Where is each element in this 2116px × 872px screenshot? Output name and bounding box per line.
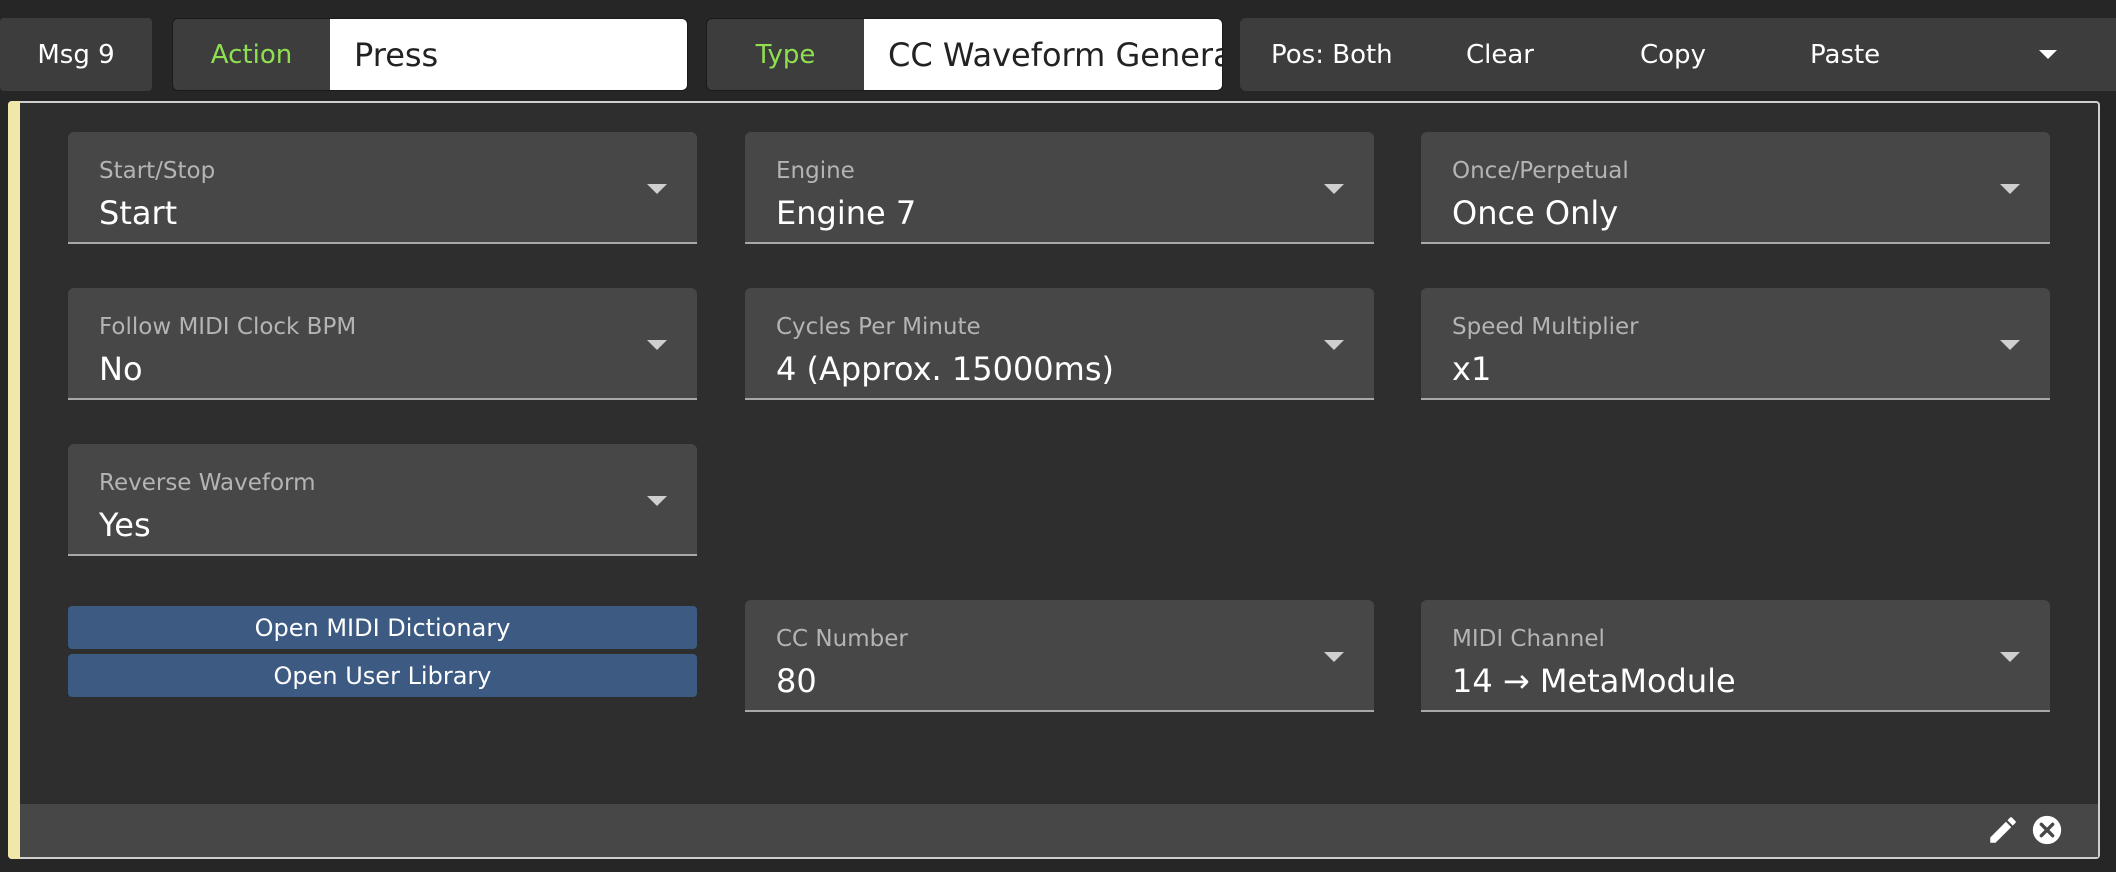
once-perpetual-select[interactable]: Once/Perpetual Once Only <box>1421 132 2050 244</box>
engine-label: Engine <box>776 158 855 184</box>
dropdown-arrow-icon <box>1324 652 1344 662</box>
speed-multiplier-label: Speed Multiplier <box>1452 314 1639 340</box>
dropdown-arrow-icon <box>2000 184 2020 194</box>
type-key-label: Type <box>707 19 864 90</box>
dropdown-arrow-icon <box>647 496 667 506</box>
action-value-field[interactable]: Press <box>330 19 687 90</box>
cc-number-label: CC Number <box>776 626 908 652</box>
panel-accent-bar <box>8 101 20 859</box>
pencil-icon[interactable] <box>1986 813 2020 847</box>
action-selector[interactable]: Action Press <box>172 18 688 91</box>
message-number-label: Msg 9 <box>0 18 152 91</box>
chevron-down-icon <box>2039 50 2057 59</box>
cc-number-value: 80 <box>776 662 817 700</box>
dropdown-arrow-icon <box>2000 652 2020 662</box>
dropdown-arrow-icon <box>647 340 667 350</box>
action-key-label: Action <box>173 19 330 90</box>
open-midi-dictionary-button[interactable]: Open MIDI Dictionary <box>68 606 697 649</box>
speed-multiplier-select[interactable]: Speed Multiplier x1 <box>1421 288 2050 400</box>
dropdown-arrow-icon <box>2000 340 2020 350</box>
open-user-library-button[interactable]: Open User Library <box>68 654 697 697</box>
follow-midi-clock-value: No <box>99 350 143 388</box>
reverse-waveform-label: Reverse Waveform <box>99 470 316 496</box>
reverse-waveform-select[interactable]: Reverse Waveform Yes <box>68 444 697 556</box>
position-button[interactable]: Pos: Both <box>1271 18 1393 91</box>
follow-midi-clock-select[interactable]: Follow MIDI Clock BPM No <box>68 288 697 400</box>
paste-button[interactable]: Paste <box>1810 18 1880 91</box>
reverse-waveform-value: Yes <box>99 506 151 544</box>
engine-select[interactable]: Engine Engine 7 <box>745 132 1374 244</box>
start-stop-select[interactable]: Start/Stop Start <box>68 132 697 244</box>
dropdown-arrow-icon <box>1324 184 1344 194</box>
engine-value: Engine 7 <box>776 194 917 232</box>
speed-multiplier-value: x1 <box>1452 350 1492 388</box>
midi-channel-value: 14 → MetaModule <box>1452 662 1736 700</box>
type-selector[interactable]: Type CC Waveform Generator <box>706 18 1223 91</box>
close-icon[interactable] <box>2030 813 2064 847</box>
cycles-per-minute-value: 4 (Approx. 15000ms) <box>776 350 1114 388</box>
more-menu-button[interactable] <box>2018 18 2078 91</box>
start-stop-value: Start <box>99 194 178 232</box>
clear-button[interactable]: Clear <box>1466 18 1534 91</box>
follow-midi-clock-label: Follow MIDI Clock BPM <box>99 314 357 340</box>
cc-number-select[interactable]: CC Number 80 <box>745 600 1374 712</box>
panel-footer <box>20 804 2098 857</box>
cycles-per-minute-select[interactable]: Cycles Per Minute 4 (Approx. 15000ms) <box>745 288 1374 400</box>
cycles-per-minute-label: Cycles Per Minute <box>776 314 981 340</box>
type-value-field[interactable]: CC Waveform Generator <box>864 19 1222 90</box>
copy-button[interactable]: Copy <box>1640 18 1706 91</box>
message-header: Msg 9 Action Press Type CC Waveform Gene… <box>0 0 2116 100</box>
dropdown-arrow-icon <box>1324 340 1344 350</box>
once-perpetual-value: Once Only <box>1452 194 1619 232</box>
midi-channel-select[interactable]: MIDI Channel 14 → MetaModule <box>1421 600 2050 712</box>
once-perpetual-label: Once/Perpetual <box>1452 158 1629 184</box>
dropdown-arrow-icon <box>647 184 667 194</box>
start-stop-label: Start/Stop <box>99 158 216 184</box>
message-toolbar: Pos: Both Clear Copy Paste <box>1240 18 2116 91</box>
midi-channel-label: MIDI Channel <box>1452 626 1605 652</box>
